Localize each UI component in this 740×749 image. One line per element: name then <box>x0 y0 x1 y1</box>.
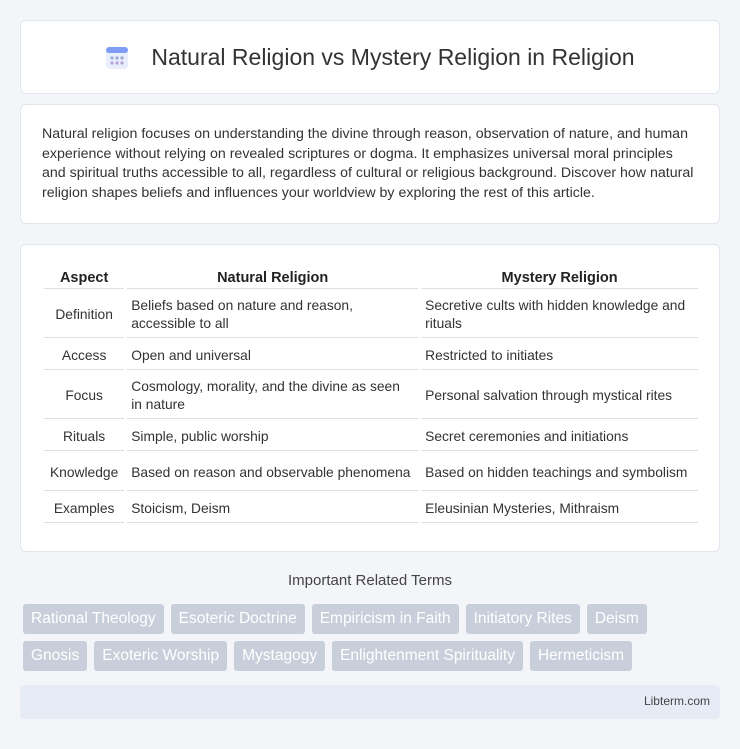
related-terms-list: Rational Theology Esoteric Doctrine Empi… <box>23 604 723 678</box>
table-cell: Knowledge <box>44 453 125 491</box>
table-cell: Based on reason and observable phenomena <box>127 453 419 491</box>
table-cell: Cosmology, morality, and the divine as s… <box>127 372 419 419</box>
tag-row: Rational Theology Esoteric Doctrine Empi… <box>23 604 723 634</box>
table-cell: Secretive cults with hidden knowledge an… <box>421 291 698 338</box>
table-cell: Examples <box>44 493 125 523</box>
table-cell: Secret ceremonies and initiations <box>421 421 698 451</box>
related-terms-title: Important Related Terms <box>288 572 452 589</box>
table-cell: Definition <box>44 291 125 338</box>
table-cell: Simple, public worship <box>127 421 419 451</box>
table-cell: Stoicism, Deism <box>127 493 419 523</box>
footer: Libterm.com <box>20 685 720 719</box>
site-link[interactable]: Libterm.com <box>644 694 710 708</box>
table-cell: Rituals <box>44 421 125 451</box>
table-cell: Focus <box>44 372 125 419</box>
comparison-table: Aspect Natural Religion Mystery Religion… <box>41 265 701 525</box>
table-cell: Personal salvation through mystical rite… <box>421 372 698 419</box>
table-cell: Beliefs based on nature and reason, acce… <box>127 291 419 338</box>
column-header-mystery: Mystery Religion <box>421 267 698 289</box>
table-cell: Open and universal <box>127 340 419 370</box>
header-card: Natural Religion vs Mystery Religion in … <box>20 20 720 94</box>
page-title: Natural Religion vs Mystery Religion in … <box>151 43 635 70</box>
table-cell: Access <box>44 340 125 370</box>
table-row: Examples Stoicism, Deism Eleusinian Myst… <box>44 493 698 523</box>
table-cell: Restricted to initiates <box>421 340 698 370</box>
table-row: Knowledge Based on reason and observable… <box>44 453 698 491</box>
tag-exoteric-worship[interactable]: Exoteric Worship <box>94 641 228 671</box>
table-row: Definition Beliefs based on nature and r… <box>44 291 698 338</box>
table-cell: Eleusinian Mysteries, Mithraism <box>421 493 698 523</box>
table-row: Access Open and universal Restricted to … <box>44 340 698 370</box>
tag-empiricism-in-faith[interactable]: Empiricism in Faith <box>311 604 459 634</box>
tag-enlightenment-spirituality[interactable]: Enlightenment Spirituality <box>332 641 523 671</box>
intro-text: Natural religion focuses on understandin… <box>42 126 694 201</box>
table-header-row: Aspect Natural Religion Mystery Religion <box>44 267 698 289</box>
table-cell: Based on hidden teachings and symbolism <box>421 453 698 491</box>
tag-hermeticism[interactable]: Hermeticism <box>529 641 633 671</box>
comparison-card: Aspect Natural Religion Mystery Religion… <box>20 244 720 552</box>
tag-rational-theology[interactable]: Rational Theology <box>23 604 164 634</box>
tag-row: Gnosis Exoteric Worship Mystagogy Enligh… <box>23 641 723 671</box>
tag-gnosis[interactable]: Gnosis <box>23 641 88 671</box>
table-row: Rituals Simple, public worship Secret ce… <box>44 421 698 451</box>
column-header-aspect: Aspect <box>44 267 125 289</box>
column-header-natural: Natural Religion <box>127 267 419 289</box>
tag-mystagogy[interactable]: Mystagogy <box>234 641 326 671</box>
tag-deism[interactable]: Deism <box>586 604 647 634</box>
tag-initiatory-rites[interactable]: Initiatory Rites <box>465 604 580 634</box>
tag-esoteric-doctrine[interactable]: Esoteric Doctrine <box>170 604 305 634</box>
table-row: Focus Cosmology, morality, and the divin… <box>44 372 698 419</box>
calendar-grid-icon <box>106 47 129 69</box>
intro-card: Natural religion focuses on understandin… <box>20 104 720 224</box>
